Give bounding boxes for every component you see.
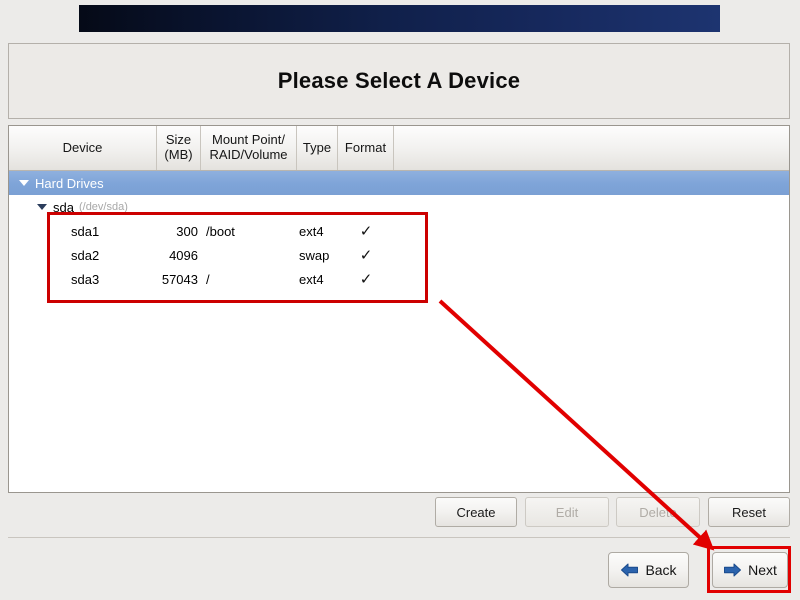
column-header-mountpoint-line1: Mount Point/ [211,132,285,148]
create-button[interactable]: Create [435,497,517,527]
arrow-left-icon [620,562,639,578]
column-header-device-label: Device [62,139,103,155]
device-table-body[interactable]: Hard Drives sda (/dev/sda) sda1 300/boot ext4… [9,171,789,492]
reset-button[interactable]: Reset [708,497,790,527]
title-panel: Please Select A Device [8,43,790,119]
chevron-down-icon[interactable] [19,180,29,186]
delete-button: Delete [616,497,700,527]
device-name: sda2 [71,247,100,263]
next-button[interactable]: Next [712,552,788,588]
chevron-down-icon[interactable] [37,204,47,210]
back-button-label: Back [645,562,677,578]
device-table-header: Device Size (MB) Mount Point/ RAID/Volum… [9,126,789,171]
cell-device: Hard Drives [9,176,157,191]
cell-size: 57043 [161,271,198,287]
table-row[interactable]: sda (/dev/sda) [9,195,789,219]
device-name: sda [53,199,74,215]
device-name: sda1 [71,223,100,239]
cell-type: ext4 [299,271,324,287]
back-button[interactable]: Back [608,552,689,588]
action-button-row: Create Edit Delete Reset [0,497,800,529]
device-name: sda3 [71,271,100,287]
column-header-type-label: Type [302,139,332,155]
cell-device: sda1 [9,224,157,239]
cell-type: swap [299,247,330,263]
table-row[interactable]: sda3 57043 / ext4 ✓ [9,267,789,291]
cell-mountpoint: / [206,271,210,287]
column-header-size-line2: (MB) [164,147,193,162]
cell-type: ext4 [299,223,324,239]
cell-mountpoint: /boot [206,223,235,239]
edit-button: Edit [525,497,609,527]
device-list-panel[interactable]: Device Size (MB) Mount Point/ RAID/Volum… [8,125,790,493]
banner-area [0,0,800,33]
cell-size: 4096 [169,247,198,263]
column-header-type[interactable]: Type [297,126,338,170]
cell-device: sda3 [9,272,157,287]
footer-divider [8,537,790,538]
table-row[interactable]: sda1 300/boot ext4 ✓ [9,219,789,243]
column-header-size[interactable]: Size (MB) [157,126,201,170]
cell-format: ✓ [359,247,373,263]
top-banner [79,5,720,32]
page-title: Please Select A Device [277,68,521,93]
column-header-mountpoint-line2: RAID/Volume [209,147,288,162]
cell-format: ✓ [359,223,373,239]
column-header-device[interactable]: Device [9,126,157,170]
device-path: (/dev/sda) [78,201,128,213]
device-name: Hard Drives [35,175,104,191]
column-header-mountpoint[interactable]: Mount Point/ RAID/Volume [201,126,297,170]
table-row[interactable]: Hard Drives [9,171,789,195]
column-header-size-label: Size (MB) [164,133,192,162]
column-header-size-line1: Size [165,132,192,148]
cell-size: 300 [176,223,198,239]
cell-format: ✓ [359,271,373,287]
column-header-mountpoint-label: Mount Point/ RAID/Volume [209,133,287,162]
cell-device: sda2 [9,248,157,263]
cell-device: sda (/dev/sda) [9,200,157,215]
column-header-filler [394,126,789,170]
table-row[interactable]: sda2 4096 swap ✓ [9,243,789,267]
column-header-format-label: Format [344,139,387,155]
column-header-format[interactable]: Format [338,126,394,170]
next-button-label: Next [748,562,777,578]
arrow-right-icon [723,562,742,578]
